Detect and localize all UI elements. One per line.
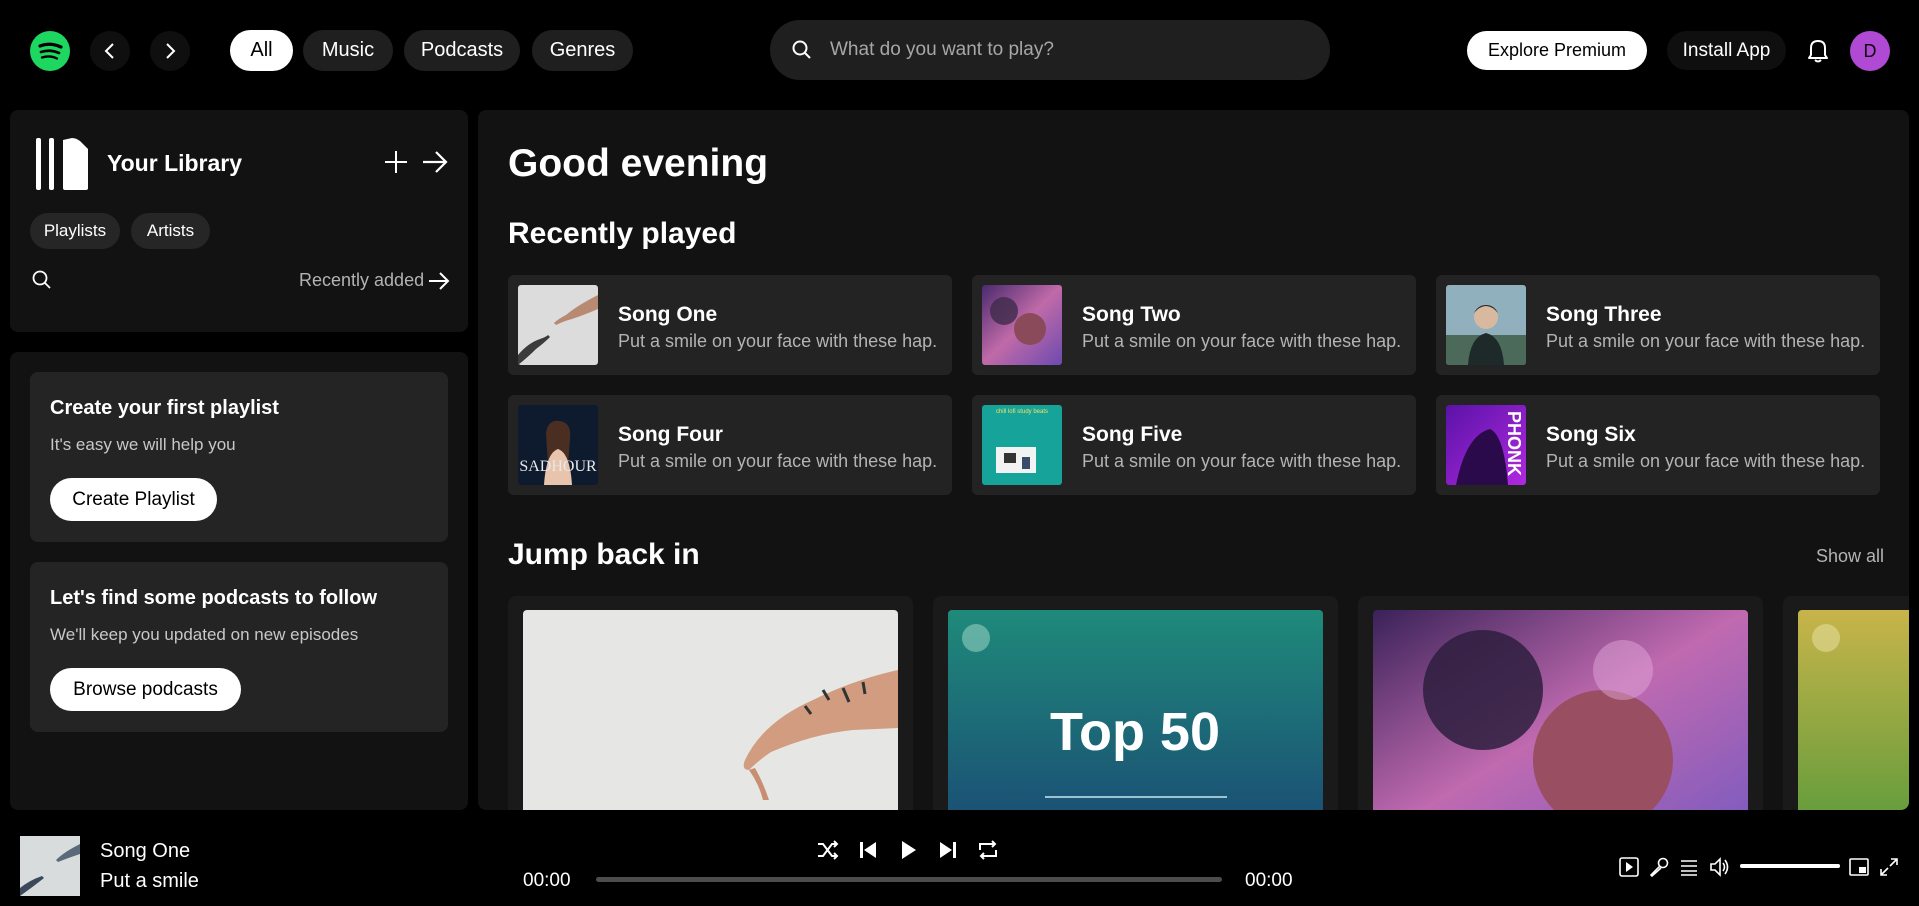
tab-music[interactable]: Music [303, 30, 393, 71]
spotify-logo-icon[interactable] [30, 31, 70, 71]
song-description: Put a smile on your face with these hap.… [1546, 451, 1866, 471]
main-content: Good evening Recently played Song One Pu… [478, 110, 1909, 810]
install-app-button[interactable]: Install App [1667, 31, 1786, 70]
song-description: Put a smile on your face with these hap.… [1546, 331, 1866, 351]
shuffle-icon[interactable] [816, 838, 840, 862]
jump-back-card[interactable]: Top 50 [933, 596, 1338, 810]
back-button[interactable] [90, 31, 130, 71]
library-title[interactable]: Your Library [107, 150, 242, 177]
sidebar-cards-panel: Create your first playlist It's easy we … [10, 352, 468, 810]
play-icon[interactable] [896, 838, 920, 862]
plus-icon[interactable] [382, 148, 410, 176]
tab-podcasts[interactable]: Podcasts [404, 30, 520, 71]
recently-played-card[interactable]: chill lofi study beats Song Five Put a s… [972, 395, 1416, 495]
now-playing-view-icon[interactable] [1618, 856, 1640, 878]
recently-played-card[interactable]: SADHOUR Song Four Put a smile on your fa… [508, 395, 952, 495]
song-description: Put a smile on your face with these hap.… [618, 451, 938, 471]
filter-artists[interactable]: Artists [131, 213, 210, 249]
volume-icon[interactable] [1708, 856, 1730, 878]
song-description: Put a smile on your face with these hap.… [618, 331, 938, 351]
album-thumbnail [982, 285, 1062, 365]
now-playing-artist[interactable]: Put a smile [100, 870, 199, 893]
total-time: 00:00 [1245, 870, 1293, 891]
spotify-watermark-icon [1812, 624, 1840, 652]
album-art [1798, 610, 1909, 810]
album-art [523, 610, 898, 810]
forward-button[interactable] [150, 31, 190, 71]
song-title: Song Five [1082, 423, 1183, 446]
chevron-right-icon [166, 43, 176, 59]
volume-slider[interactable] [1740, 864, 1840, 868]
search-icon [792, 40, 811, 59]
player-bar: Song One Put a smile 00:00 00:00 [0, 820, 1919, 906]
card-subtitle: We'll keep you updated on new episodes [50, 625, 359, 644]
jump-back-card[interactable] [1783, 596, 1909, 810]
song-title: Song One [618, 303, 718, 326]
create-playlist-card: Create your first playlist It's easy we … [30, 372, 448, 542]
card-title: Let's find some podcasts to follow [50, 587, 378, 609]
browse-podcasts-card: Let's find some podcasts to follow We'll… [30, 562, 448, 732]
album-art-text: SADHOUR [519, 458, 597, 475]
album-thumbnail [518, 285, 598, 365]
jump-back-card[interactable] [1358, 596, 1763, 810]
queue-icon[interactable] [1678, 856, 1700, 878]
search-bar [770, 20, 1330, 80]
song-title: Song Six [1546, 423, 1636, 446]
recently-played-card[interactable]: Song One Put a smile on your face with t… [508, 275, 952, 375]
mini-player-icon[interactable] [1848, 856, 1870, 878]
album-art-text: chill lofi study beats [996, 409, 1048, 415]
recently-played-title: Recently played [508, 217, 737, 250]
filter-playlists[interactable]: Playlists [30, 213, 120, 249]
song-description: Put a smile on your face with these hap.… [1082, 331, 1402, 351]
album-thumbnail: PHONK [1446, 405, 1526, 485]
now-playing-title[interactable]: Song One [100, 840, 190, 863]
previous-icon[interactable] [856, 838, 880, 862]
tab-genres[interactable]: Genres [532, 30, 633, 71]
song-description: Put a smile on your face with these hap.… [1082, 451, 1402, 471]
album-art: Top 50 [948, 610, 1323, 810]
next-icon[interactable] [936, 838, 960, 862]
arrow-right-icon[interactable] [426, 268, 452, 294]
browse-podcasts-button[interactable]: Browse podcasts [50, 668, 241, 711]
recently-played-card[interactable]: Song Two Put a smile on your face with t… [972, 275, 1416, 375]
create-playlist-button[interactable]: Create Playlist [50, 478, 217, 521]
album-thumbnail [1446, 285, 1526, 365]
album-thumbnail: SADHOUR [518, 405, 598, 485]
fullscreen-icon[interactable] [1878, 856, 1900, 878]
recently-played-card[interactable]: PHONK Song Six Put a smile on your face … [1436, 395, 1880, 495]
card-title: Create your first playlist [50, 397, 279, 419]
search-input[interactable] [830, 35, 1300, 65]
playlist-name: Top 50 [1050, 702, 1220, 762]
now-playing-thumbnail[interactable] [20, 836, 80, 896]
jump-back-in-title: Jump back in [508, 538, 700, 571]
tab-all[interactable]: All [230, 30, 293, 71]
album-art [1373, 610, 1748, 810]
album-art-text: PHONK [1504, 411, 1524, 476]
song-title: Song Two [1082, 303, 1181, 326]
repeat-icon[interactable] [976, 838, 1000, 862]
recently-played-card[interactable]: Song Three Put a smile on your face with… [1436, 275, 1880, 375]
song-title: Song Three [1546, 303, 1662, 326]
spotify-watermark-icon [962, 624, 990, 652]
chevron-left-icon [104, 43, 114, 59]
progress-bar[interactable] [596, 877, 1222, 882]
song-title: Song Four [618, 423, 723, 446]
lyrics-icon[interactable] [1648, 856, 1670, 878]
avatar[interactable]: D [1850, 31, 1890, 71]
current-time: 00:00 [523, 870, 571, 891]
sort-recently-added[interactable]: Recently added [299, 270, 424, 291]
card-subtitle: It's easy we will help you [50, 435, 236, 454]
page-title: Good evening [508, 142, 769, 185]
explore-premium-button[interactable]: Explore Premium [1467, 31, 1647, 70]
jump-back-card[interactable] [508, 596, 913, 810]
show-all-link[interactable]: Show all [1816, 546, 1884, 567]
top-bar: All Music Podcasts Genres Explore Premiu… [0, 0, 1919, 100]
album-thumbnail: chill lofi study beats [982, 405, 1062, 485]
arrow-right-icon[interactable] [420, 148, 450, 176]
volume-fill [1740, 864, 1840, 868]
library-icon[interactable] [32, 134, 92, 194]
search-icon[interactable] [30, 268, 54, 292]
bell-icon[interactable] [1804, 36, 1832, 64]
library-panel: Your Library Playlists Artists Recently … [10, 110, 468, 332]
